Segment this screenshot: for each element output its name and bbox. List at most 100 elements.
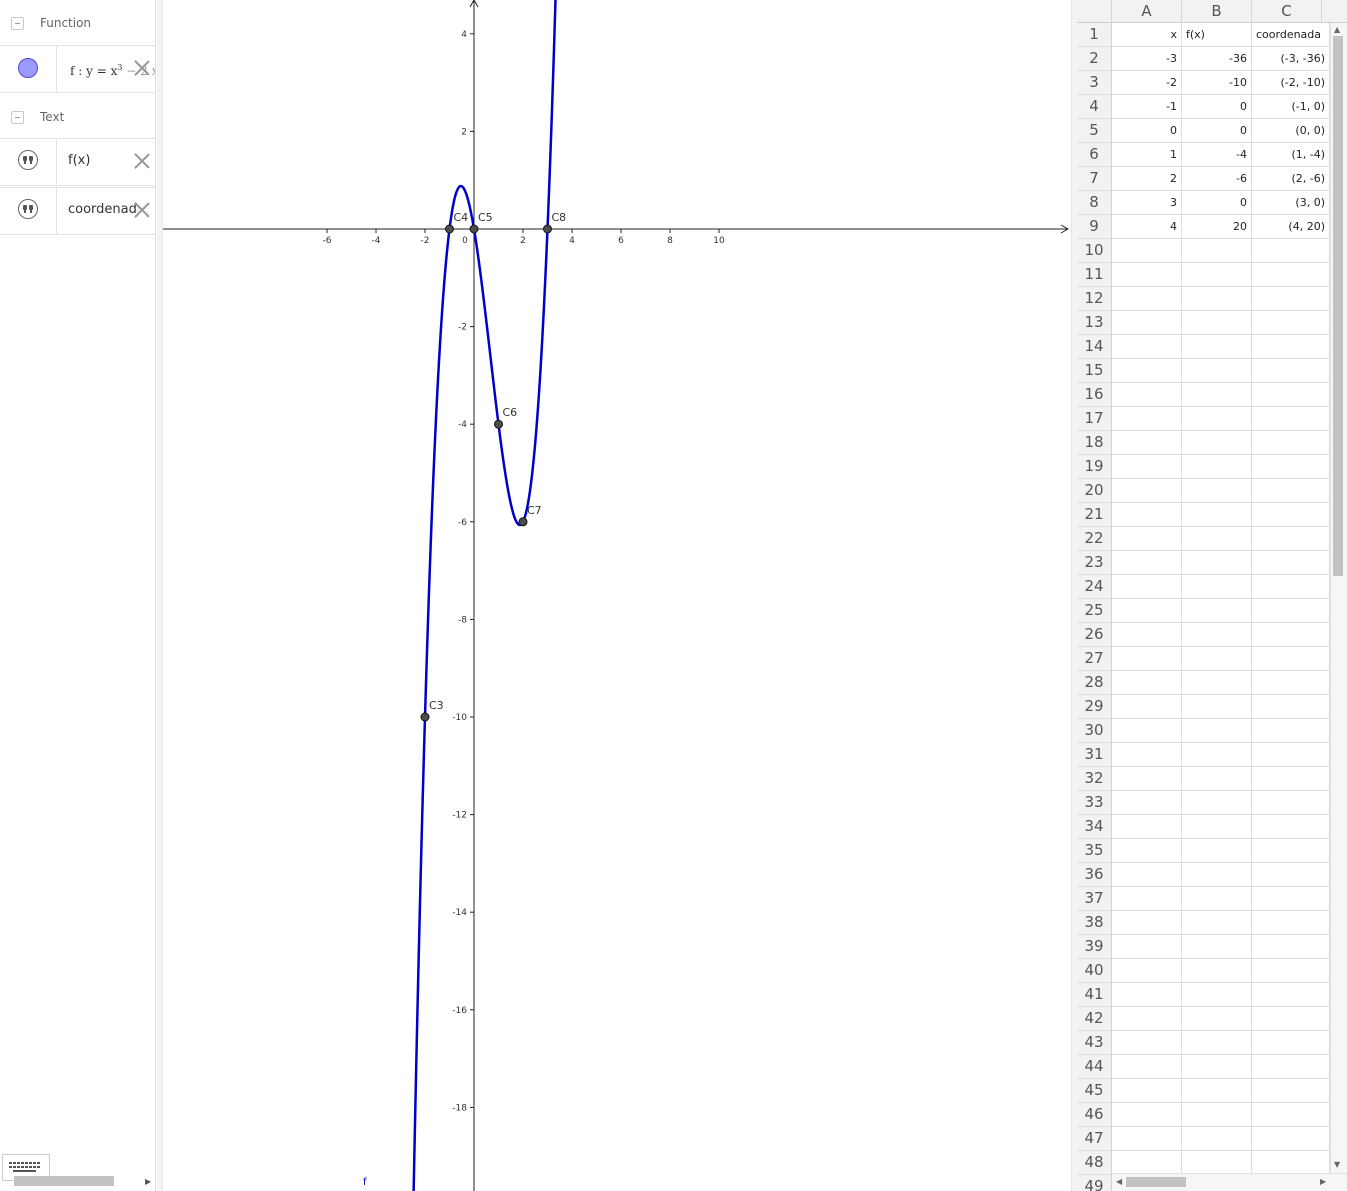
cell-a46[interactable] <box>1112 1103 1182 1127</box>
cell-c48[interactable] <box>1252 1151 1330 1175</box>
quote-icon[interactable] <box>18 150 38 170</box>
collapse-icon[interactable] <box>11 111 24 124</box>
cell-b31[interactable] <box>1182 743 1252 767</box>
cell-a21[interactable] <box>1112 503 1182 527</box>
group-header-function[interactable]: Function <box>0 0 155 46</box>
row-header[interactable]: 24 <box>1077 575 1112 599</box>
cell-c5[interactable]: (0, 0) <box>1252 119 1330 143</box>
cell-c25[interactable] <box>1252 599 1330 623</box>
cell-a42[interactable] <box>1112 1007 1182 1031</box>
row-header[interactable]: 47 <box>1077 1127 1112 1151</box>
row-header[interactable]: 35 <box>1077 839 1112 863</box>
cell-a35[interactable] <box>1112 839 1182 863</box>
row-header[interactable]: 29 <box>1077 695 1112 719</box>
row-header[interactable]: 43 <box>1077 1031 1112 1055</box>
cell-a5[interactable]: 0 <box>1112 119 1182 143</box>
cell-c17[interactable] <box>1252 407 1330 431</box>
cell-a28[interactable] <box>1112 671 1182 695</box>
row-header[interactable]: 18 <box>1077 431 1112 455</box>
cell-c9[interactable]: (4, 20) <box>1252 215 1330 239</box>
cell-b45[interactable] <box>1182 1079 1252 1103</box>
cell-a22[interactable] <box>1112 527 1182 551</box>
row-header[interactable]: 25 <box>1077 599 1112 623</box>
scroll-up-icon[interactable]: ▲ <box>1334 25 1340 34</box>
visibility-toggle[interactable] <box>0 139 57 185</box>
cell-c26[interactable] <box>1252 623 1330 647</box>
cell-b18[interactable] <box>1182 431 1252 455</box>
point-c4[interactable] <box>445 224 454 234</box>
cell-a17[interactable] <box>1112 407 1182 431</box>
visibility-toggle[interactable] <box>0 188 57 234</box>
cell-c14[interactable] <box>1252 335 1330 359</box>
cell-c42[interactable] <box>1252 1007 1330 1031</box>
cell-a20[interactable] <box>1112 479 1182 503</box>
cell-c3[interactable]: (-2, -10) <box>1252 71 1330 95</box>
cell-a41[interactable] <box>1112 983 1182 1007</box>
row-header[interactable]: 10 <box>1077 239 1112 263</box>
cell-c32[interactable] <box>1252 767 1330 791</box>
cell-b36[interactable] <box>1182 863 1252 887</box>
cell-a3[interactable]: -2 <box>1112 71 1182 95</box>
point-c8[interactable] <box>543 224 552 234</box>
row-header[interactable]: 17 <box>1077 407 1112 431</box>
scrollbar-thumb[interactable] <box>1333 36 1343 576</box>
cell-a7[interactable]: 2 <box>1112 167 1182 191</box>
cell-b40[interactable] <box>1182 959 1252 983</box>
cell-b21[interactable] <box>1182 503 1252 527</box>
cell-c6[interactable]: (1, -4) <box>1252 143 1330 167</box>
graphics-view[interactable]: -6 -4 -2 2 4 6 8 10 0 4 2 -2 -4 -6 -8 -10 -12 -14 -16 -18 f C… <box>163 0 1071 1191</box>
column-header-a[interactable]: A <box>1112 0 1182 23</box>
row-header[interactable]: 38 <box>1077 911 1112 935</box>
algebra-item-text-coordenada[interactable]: coordenada <box>0 187 155 235</box>
scrollbar-thumb[interactable] <box>14 1176 114 1186</box>
cell-a47[interactable] <box>1112 1127 1182 1151</box>
cell-b43[interactable] <box>1182 1031 1252 1055</box>
row-header[interactable]: 16 <box>1077 383 1112 407</box>
cell-b16[interactable] <box>1182 383 1252 407</box>
cell-c29[interactable] <box>1252 695 1330 719</box>
cell-a25[interactable] <box>1112 599 1182 623</box>
column-header-c[interactable]: C <box>1252 0 1322 23</box>
corner-cell[interactable] <box>1077 0 1112 23</box>
cell-b27[interactable] <box>1182 647 1252 671</box>
algebra-item-text-fx[interactable]: f(x) <box>0 138 155 186</box>
text-value[interactable]: coordenada <box>68 202 138 217</box>
cell-c36[interactable] <box>1252 863 1330 887</box>
cell-c10[interactable] <box>1252 239 1330 263</box>
row-header[interactable]: 7 <box>1077 167 1112 191</box>
group-header-text[interactable]: Text <box>0 94 155 140</box>
delete-icon[interactable] <box>132 58 152 78</box>
cell-b15[interactable] <box>1182 359 1252 383</box>
cell-a26[interactable] <box>1112 623 1182 647</box>
cell-c16[interactable] <box>1252 383 1330 407</box>
cell-b8[interactable]: 0 <box>1182 191 1252 215</box>
point-c6[interactable] <box>494 419 503 429</box>
cell-b32[interactable] <box>1182 767 1252 791</box>
cell-c47[interactable] <box>1252 1127 1330 1151</box>
cell-b9[interactable]: 20 <box>1182 215 1252 239</box>
row-header[interactable]: 49 <box>1077 1175 1112 1191</box>
row-header[interactable]: 28 <box>1077 671 1112 695</box>
delete-icon[interactable] <box>132 200 152 220</box>
marble-icon[interactable] <box>18 58 38 78</box>
row-header[interactable]: 9 <box>1077 215 1112 239</box>
cell-b38[interactable] <box>1182 911 1252 935</box>
cell-c39[interactable] <box>1252 935 1330 959</box>
cell-a10[interactable] <box>1112 239 1182 263</box>
cell-c45[interactable] <box>1252 1079 1330 1103</box>
row-header[interactable]: 3 <box>1077 71 1112 95</box>
cell-a39[interactable] <box>1112 935 1182 959</box>
cell-b3[interactable]: -10 <box>1182 71 1252 95</box>
cell-b42[interactable] <box>1182 1007 1252 1031</box>
cell-a8[interactable]: 3 <box>1112 191 1182 215</box>
cell-b47[interactable] <box>1182 1127 1252 1151</box>
cell-a34[interactable] <box>1112 815 1182 839</box>
cell-c4[interactable]: (-1, 0) <box>1252 95 1330 119</box>
cell-a14[interactable] <box>1112 335 1182 359</box>
cell-a19[interactable] <box>1112 455 1182 479</box>
cell-b39[interactable] <box>1182 935 1252 959</box>
cell-b17[interactable] <box>1182 407 1252 431</box>
text-value[interactable]: f(x) <box>68 153 138 168</box>
cell-a30[interactable] <box>1112 719 1182 743</box>
cell-a48[interactable] <box>1112 1151 1182 1175</box>
